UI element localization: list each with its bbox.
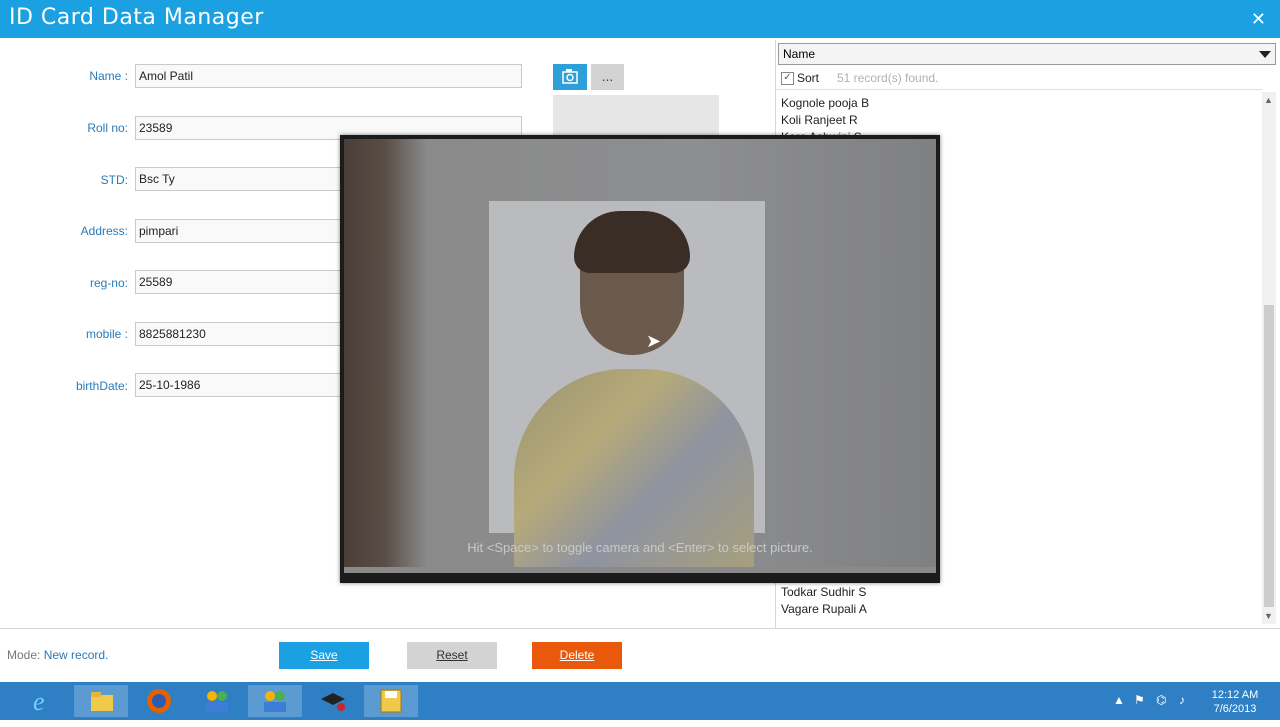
camera-icon — [562, 69, 578, 84]
sort-field-select[interactable]: Name — [778, 43, 1276, 65]
tray-expand-icon[interactable]: ▲ — [1113, 693, 1125, 707]
record-count: 51 record(s) found. — [837, 71, 939, 85]
camera-hint: Hit <Space> to toggle camera and <Enter>… — [467, 540, 813, 555]
mode-label: Mode: — [7, 648, 41, 662]
footer-divider — [0, 628, 1280, 629]
name-label: Name : — [89, 69, 128, 83]
person-torso — [514, 369, 754, 569]
mouse-cursor-icon: ➤ — [646, 331, 662, 351]
flag-icon[interactable]: ⚑ — [1134, 693, 1145, 707]
users-app-icon[interactable] — [190, 685, 244, 717]
roll-no-label: Roll no: — [87, 121, 128, 135]
camera-feed[interactable]: ➤ — [344, 139, 936, 569]
person-hair — [574, 211, 690, 273]
delete-button[interactable]: Delete — [532, 642, 622, 669]
scroll-down-icon[interactable]: ▼ — [1264, 611, 1273, 621]
network-icon[interactable]: ⌬ — [1156, 693, 1166, 707]
camera-capture-window[interactable]: ➤ Hit <Space> to toggle camera and <Ente… — [340, 135, 940, 583]
photo-preview — [553, 95, 719, 135]
chevron-down-icon — [1259, 51, 1271, 58]
name-input[interactable]: Amol Patil — [135, 64, 522, 88]
scroll-up-icon[interactable]: ▲ — [1264, 95, 1273, 105]
browse-button[interactable]: ... — [591, 64, 624, 90]
save-button[interactable]: Save — [279, 642, 369, 669]
sort-label: Sort — [797, 71, 820, 85]
clock-time: 12:12 AM — [1211, 689, 1259, 701]
clock-date: 7/6/2013 — [1213, 703, 1257, 715]
sort-field-value: Name — [783, 47, 816, 61]
camera-button[interactable] — [553, 64, 587, 90]
list-divider — [776, 89, 1262, 90]
birthdate-label: birthDate: — [75, 379, 128, 393]
users-app-2-icon[interactable] — [248, 685, 302, 717]
list-item[interactable]: Koli Ranjeet R — [781, 113, 858, 127]
app-title: ID Card Data Manager — [9, 5, 264, 30]
list-item[interactable]: Kognole pooja B — [781, 96, 869, 110]
scroll-thumb[interactable] — [1264, 305, 1274, 607]
volume-icon[interactable]: ♪ — [1179, 693, 1185, 707]
reset-button[interactable]: Reset — [407, 642, 497, 669]
clock[interactable]: 12:12 AM 7/6/2013 — [1200, 688, 1270, 716]
mobile-label: mobile : — [85, 327, 128, 341]
internet-explorer-icon[interactable]: e — [16, 685, 70, 717]
reg-no-label: reg-no: — [89, 276, 128, 290]
list-item[interactable]: Todkar Sudhir S — [781, 585, 866, 599]
file-explorer-icon[interactable] — [74, 685, 128, 717]
title-bar: ID Card Data Manager ✕ — [0, 0, 1280, 38]
close-icon[interactable]: ✕ — [1251, 9, 1266, 30]
graduation-app-icon[interactable] — [306, 685, 360, 717]
sort-checkbox[interactable]: ✓ — [781, 72, 794, 85]
svg-text:e: e — [33, 687, 45, 716]
mode-status: Mode: New record. — [7, 648, 108, 662]
firefox-icon[interactable] — [132, 685, 186, 717]
camera-status-bar — [344, 567, 936, 573]
save-app-icon[interactable] — [364, 685, 418, 717]
std-label: STD: — [100, 173, 128, 187]
list-item[interactable]: Vagare Rupali A — [781, 602, 867, 616]
address-label: Address: — [80, 224, 128, 238]
mode-value: New record. — [43, 648, 109, 662]
